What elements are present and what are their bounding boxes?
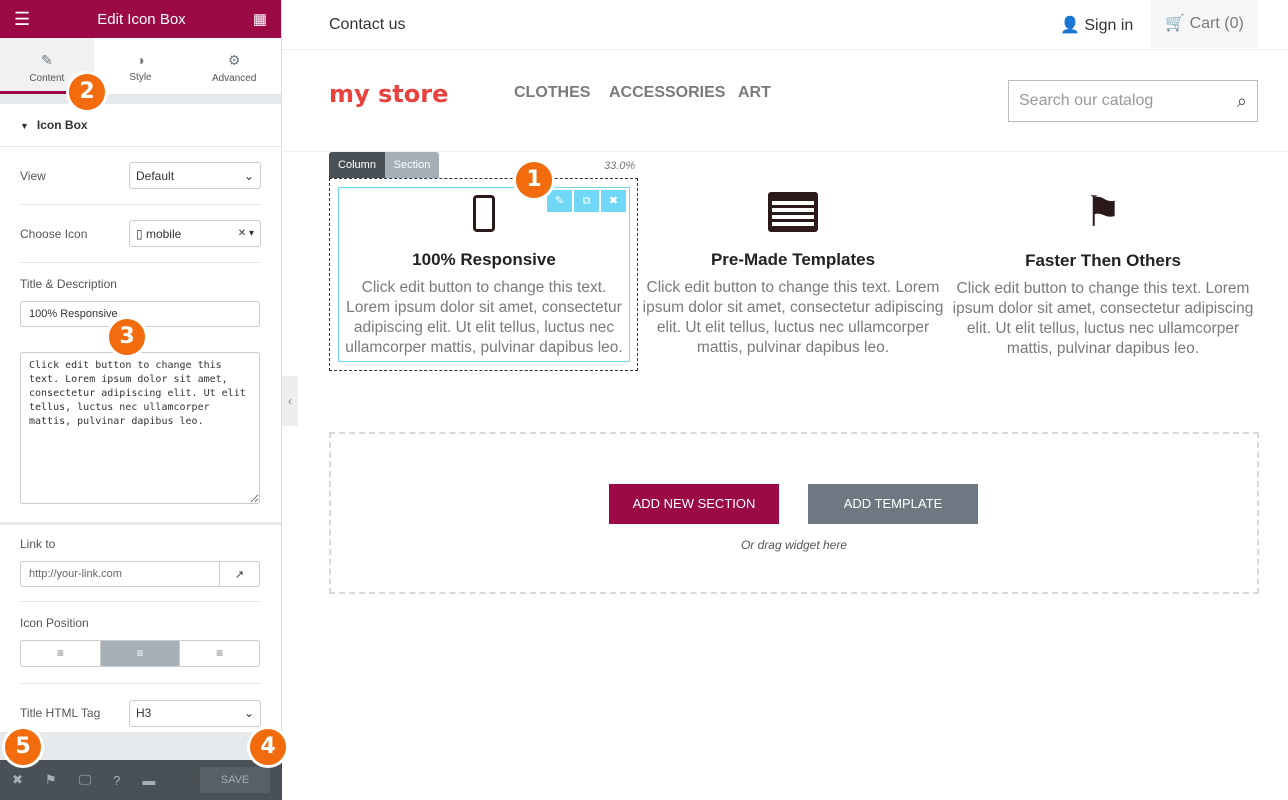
align-left-icon[interactable]: ≡ [21,641,101,666]
mobile-icon [473,195,495,232]
icon-box-title: Pre-Made Templates [710,250,876,269]
search-icon[interactable]: ⌕ [1237,91,1247,112]
section-tab[interactable]: Section [385,152,439,178]
link-label: Link to [20,537,56,551]
cart-icon: 🛒 [1165,15,1186,32]
duplicate-widget-icon[interactable]: ⧉ [574,190,599,212]
apps-grid-icon[interactable]: ▦ [253,10,267,28]
icon-box[interactable]: ⚑ Faster Then Others Click edit button t… [948,178,1258,359]
search-input[interactable]: Search our catalog ⌕ [1008,80,1258,122]
title-tag-select[interactable]: H3 ⌄ [129,699,261,727]
icon-box-text: Click edit button to change this text. L… [642,279,944,356]
icon-select[interactable]: ▯ mobile ✕ ▾ [129,220,261,247]
section-toggle-icon-box[interactable]: ▼ Icon Box [0,104,281,147]
contact-link[interactable]: Contact us [329,16,405,34]
clear-icon[interactable]: ✕ [238,228,246,239]
tab-label: Style [129,72,152,83]
column-tab[interactable]: Column [329,152,385,178]
view-select[interactable]: Default ⌄ [129,162,261,189]
pencil-icon: ✎ [40,52,53,68]
preview-area: Contact us 👤 Sign in 🛒 Cart (0) my store… [282,0,1288,800]
store-logo[interactable]: my store [329,80,448,108]
tab-style[interactable]: ◑ Style [94,38,188,94]
menu-art[interactable]: ART [738,84,771,102]
icon-position-label: Icon Position [20,616,89,630]
gear-icon: ⚙ [227,52,241,68]
choose-icon-label: Choose Icon [20,226,88,241]
close-icon[interactable]: ✖ [12,772,23,788]
add-template-button[interactable]: ADD TEMPLATE [808,484,978,524]
menu-clothes[interactable]: CLOTHES [514,84,590,102]
signin-label: Sign in [1084,17,1134,34]
tab-label: Content [29,73,65,84]
caret-down-icon: ▾ [248,228,254,239]
external-link-icon[interactable]: ↗ [220,561,260,587]
align-right-icon[interactable]: ≡ [180,641,259,666]
editor-panel: ☰ Edit Icon Box ▦ ✎ Content ◑ Style ⚙ Advan… [0,0,282,800]
view-label: View [20,168,46,183]
column-width: 33.0% [604,160,636,172]
cart-label: Cart (0) [1189,15,1244,32]
help-icon[interactable]: ? [113,773,120,788]
description-textarea[interactable]: Click edit button to change this text. L… [20,352,260,504]
chevron-down-icon: ⌄ [243,706,254,720]
align-center-icon[interactable]: ≡ [100,641,181,666]
view-value: Default [136,168,175,183]
icon-box-title: 100% Responsive [412,250,556,269]
panel-title: Edit Icon Box [97,10,186,28]
tab-advanced[interactable]: ⚙ Advanced [187,38,281,94]
list-alt-icon [768,192,818,232]
menu-accessories[interactable]: ACCESSORIES [609,84,725,102]
step-badge: 2 [66,71,108,113]
user-icon: 👤 [1060,17,1080,34]
desktop-icon[interactable]: 🖵 [79,772,92,788]
flag-icon[interactable]: ⚑ [45,772,57,788]
delete-widget-icon[interactable]: ✖ [601,190,626,212]
edit-widget-icon[interactable]: ✎ [547,190,572,212]
icon-box-text: Click edit button to change this text. L… [952,280,1254,357]
folder-icon[interactable]: ▬ [142,773,155,788]
caret-down-icon: ▼ [20,121,29,131]
icon-box-text: Click edit button to change this text. L… [345,279,623,356]
step-badge: 1 [513,159,555,201]
panel-header: ☰ Edit Icon Box ▦ [0,0,281,38]
icon-box[interactable]: Pre-Made Templates Click edit button to … [638,178,948,358]
link-placeholder: http://your-link.com [29,568,122,580]
title-description-label: Title & Description [20,277,117,291]
step-badge: 4 [247,726,289,768]
flag-icon: ⚑ [1084,188,1122,235]
drop-hint: Or drag widget here [740,538,848,552]
icon-position-control: ≡ ≡ ≡ [20,640,260,667]
cart-link[interactable]: 🛒 Cart (0) [1151,0,1258,48]
contrast-icon: ◑ [136,52,145,68]
title-tag-value: H3 [136,706,152,720]
link-input[interactable]: http://your-link.com [20,561,220,587]
mobile-icon: ▯ [136,226,143,241]
drop-zone[interactable]: ADD NEW SECTION ADD TEMPLATE Or drag wid… [329,432,1259,594]
signin-link[interactable]: 👤 Sign in [1060,15,1133,35]
icon-value: mobile [145,226,182,241]
chevron-down-icon: ⌄ [243,168,254,183]
add-new-section-button[interactable]: ADD NEW SECTION [609,484,779,524]
search-placeholder: Search our catalog [1019,92,1154,109]
tab-label: Advanced [211,73,257,84]
panel-footer: ✖ ⚑ 🖵 ? ▬ SAVE [0,760,282,800]
save-button[interactable]: SAVE [200,767,270,793]
step-badge: 3 [106,316,148,358]
step-badge: 5 [2,726,44,768]
section-title: Icon Box [36,118,88,132]
hamburger-menu-icon[interactable]: ☰ [14,9,30,30]
title-tag-label: Title HTML Tag [20,706,101,720]
icon-box-title: Faster Then Others [1025,251,1181,270]
